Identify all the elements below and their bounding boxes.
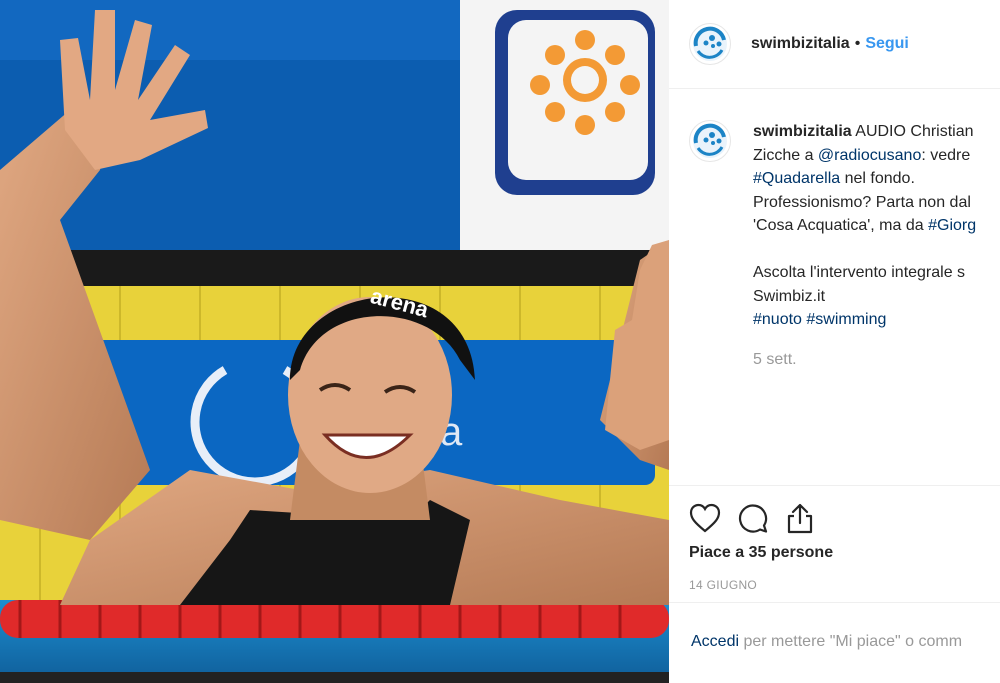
- caption-avatar[interactable]: [689, 120, 731, 162]
- swimbiz-logo-icon: [693, 26, 727, 61]
- comment-icon[interactable]: [737, 502, 769, 534]
- caption-text-span: 'Cosa Acquatica', ma da: [753, 217, 929, 234]
- caption-text-span: Zicche a: [753, 146, 818, 164]
- caption-line: Professionismo? Parta non dal: [753, 193, 971, 211]
- caption-text-span: nel fondo.: [840, 170, 915, 187]
- post-caption: swimbizitalia AUDIO Christian Zicche a @…: [669, 90, 1000, 485]
- post-side-panel: swimbizitalia • Segui swimbizitalia AUDI…: [669, 0, 1000, 683]
- login-prompt-text: per mettere "Mi piace" o comm: [739, 633, 963, 650]
- caption-line: 'Cosa Acquatica', ma da #Giorg: [753, 214, 976, 238]
- caption-line: #Quadarella nel fondo.: [753, 167, 976, 191]
- avatar[interactable]: [689, 23, 731, 65]
- hashtag-link[interactable]: #nuoto: [753, 311, 802, 328]
- swimbiz-logo-icon: [693, 123, 727, 158]
- action-icons: [689, 498, 1000, 538]
- share-icon[interactable]: [785, 502, 815, 534]
- caption-line: Zicche a @radiocusano: vedre: [753, 144, 976, 168]
- hashtag-link[interactable]: #Giorg: [928, 217, 976, 234]
- caption-line: #nuoto #swimming: [753, 308, 976, 332]
- post-header: swimbizitalia • Segui: [669, 0, 1000, 89]
- mention-link[interactable]: @radiocusano: [818, 147, 921, 164]
- header-username[interactable]: swimbizitalia: [751, 35, 850, 53]
- caption-line: Swimbiz.it: [753, 287, 826, 305]
- post-date[interactable]: 14 GIUGNO: [689, 578, 1000, 592]
- caption-text-span: : vedre: [921, 146, 971, 164]
- follow-button[interactable]: Segui: [865, 35, 909, 53]
- caption-text-span: AUDIO Christian: [855, 123, 974, 140]
- login-link[interactable]: Accedi: [691, 633, 739, 650]
- hashtag-link[interactable]: #swimming: [806, 311, 886, 328]
- post-photo[interactable]: a arena: [0, 0, 669, 683]
- header-separator: •: [854, 35, 861, 52]
- caption-text: swimbizitalia AUDIO Christian Zicche a @…: [753, 120, 976, 371]
- caption-line: swimbizitalia AUDIO Christian: [753, 120, 976, 144]
- post-actions: Piace a 35 persone 14 GIUGNO: [669, 485, 1000, 592]
- swimmer-photo: a arena: [0, 0, 669, 683]
- login-prompt: Accedi per mettere "Mi piace" o comm: [669, 602, 1000, 683]
- likes-count[interactable]: Piace a 35 persone: [689, 544, 1000, 562]
- caption-line: Ascolta l'intervento integrale s: [753, 264, 966, 281]
- hashtag-link[interactable]: #Quadarella: [753, 170, 840, 187]
- caption-time-ago[interactable]: 5 sett.: [753, 348, 976, 372]
- caption-username[interactable]: swimbizitalia: [753, 123, 852, 140]
- heart-icon[interactable]: [689, 503, 721, 533]
